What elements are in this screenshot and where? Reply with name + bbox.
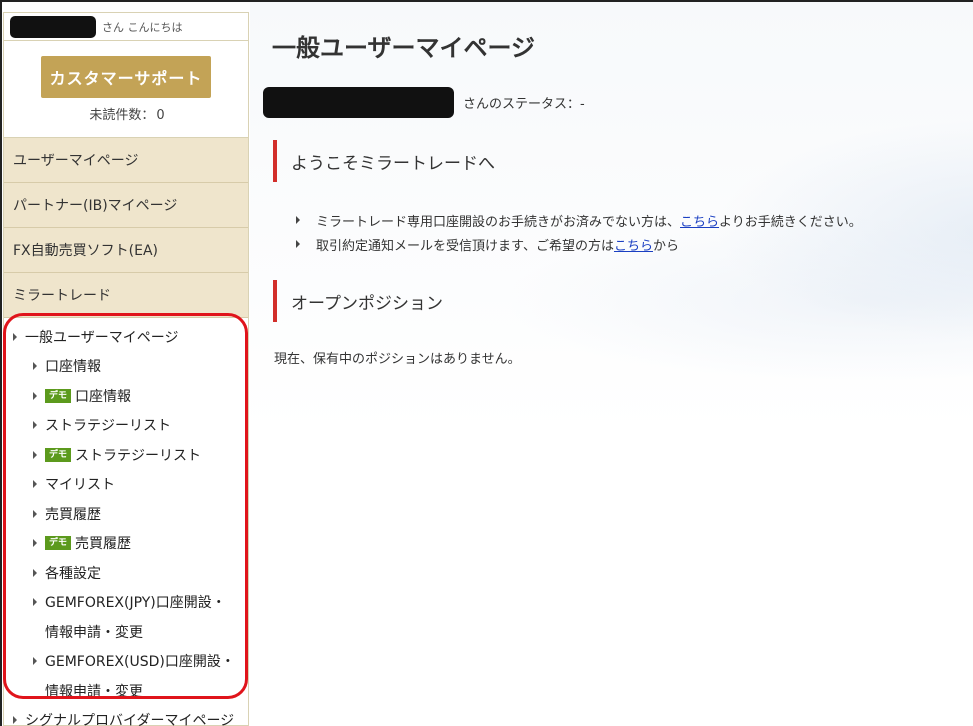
page-title: 一般ユーザーマイページ [272,34,536,62]
submenu-label: 各種設定 [45,565,101,582]
open-account-link[interactable]: こちら [680,211,719,230]
submenu-label: 売買履歴 [45,506,101,523]
demo-badge: デモ [45,388,72,403]
triangle-right-icon [33,450,37,459]
triangle-right-icon [13,716,17,725]
status-text: さんのステータス：- [463,97,585,112]
redacted-username [10,15,96,38]
submenu-settings[interactable]: 各種設定 [4,558,248,588]
nav-item-user-mypage[interactable]: ユーザーマイページ [4,138,248,183]
submenu-trade-history[interactable]: 売買履歴 [4,499,248,529]
triangle-right-icon [33,598,37,607]
status-row: さんのステータス：- [263,87,585,118]
submenu-label: GEMFOREX(JPY)口座開設・ [45,595,226,612]
info-bullets: ミラートレード専用口座開設のお手続きがお済みでない方は、 こちら よりお手続きくださ… [296,208,862,256]
greeting-row: さん こんにちは [4,13,248,41]
customer-support-button[interactable]: カスタマーサポート [41,56,211,98]
demo-badge: デモ [45,536,72,551]
triangle-right-icon [33,362,37,371]
demo-badge: デモ [45,447,72,462]
bullet-suffix: から [652,238,679,254]
unread-value: 0 [156,108,165,123]
submenu-signal-provider-mypage[interactable]: シグナルプロバイダーマイページ [4,706,248,726]
welcome-heading: ようこそミラートレードへ [273,140,495,182]
support-box: カスタマーサポート 未読件数： 0 [4,41,248,138]
sidebar: さん こんにちは カスタマーサポート 未読件数： 0 ユーザーマイページ パートナ… [3,12,249,726]
bullet-text: ミラートレード専用口座開設のお手続きがお済みでない方は、 [316,214,681,230]
submenu: 一般ユーザーマイページ 口座情報 デモ 口座情報 ストラテジーリスト デモ スト… [4,318,248,726]
triangle-right-icon [33,509,37,518]
submenu-demo-strategy-list[interactable]: デモ ストラテジーリスト [4,440,248,470]
triangle-right-icon [33,539,37,548]
submenu-account-info[interactable]: 口座情報 [4,352,248,382]
triangle-right-icon [33,480,37,489]
submenu-label: 口座情報 [45,359,101,376]
triangle-right-icon [296,240,300,248]
triangle-right-icon [33,391,37,400]
submenu-strategy-list[interactable]: ストラテジーリスト [4,411,248,441]
submenu-demo-account-info[interactable]: デモ 口座情報 [4,381,248,411]
submenu-label: マイリスト [45,477,115,494]
triangle-right-icon [296,216,300,224]
no-positions-message: 現在、保有中のポジションはありません。 [274,352,521,367]
nav-item-partner-mypage[interactable]: パートナー(IB)マイページ [4,183,248,228]
submenu-demo-trade-history[interactable]: デモ 売買履歴 [4,529,248,559]
open-positions-heading: オープンポジション [273,280,443,322]
submenu-label: 情報申請・変更 [45,624,143,641]
submenu-general-user-mypage[interactable]: 一般ユーザーマイページ [4,322,248,352]
unread-count: 未読件数： 0 [87,104,164,123]
triangle-right-icon [33,657,37,666]
triangle-right-icon [33,421,37,430]
bullet-open-account: ミラートレード専用口座開設のお手続きがお済みでない方は、 こちら よりお手続きくださ… [296,208,862,232]
submenu-jpy-account-open-line2[interactable]: 情報申請・変更 [4,617,248,647]
greeting-text: さん こんにちは [102,20,183,34]
submenu-label: 口座情報 [75,388,132,405]
bullet-suffix: よりお手続きください。 [719,214,862,230]
submenu-my-list[interactable]: マイリスト [4,470,248,500]
submenu-label: シグナルプロバイダーマイページ [25,713,235,726]
submenu-label: ストラテジーリスト [75,447,202,464]
triangle-right-icon [13,332,17,341]
nav-item-fx-ea[interactable]: FX自動売買ソフト(EA) [4,228,248,273]
nav-item-mirror-trade[interactable]: ミラートレード [4,273,248,318]
submenu-label: 一般ユーザーマイページ [25,329,179,346]
submenu-jpy-account-open[interactable]: GEMFOREX(JPY)口座開設・ [4,588,248,618]
unread-label: 未読件数： [89,108,155,123]
window-border-left [0,0,2,726]
submenu-label: GEMFOREX(USD)口座開設・ [45,654,235,671]
submenu-label: 売買履歴 [75,536,132,553]
submenu-usd-account-open[interactable]: GEMFOREX(USD)口座開設・ [4,647,248,677]
triangle-right-icon [33,568,37,577]
bullet-text: 取引約定通知メールを受信頂けます、ご希望の方は [316,238,614,254]
submenu-label: ストラテジーリスト [45,418,171,435]
main-content: 一般ユーザーマイページ さんのステータス：- ようこそミラートレードへ ミラート… [263,0,972,726]
submenu-label: 情報申請・変更 [45,683,143,700]
redacted-name [263,87,454,118]
window-border-top [0,0,973,2]
bullet-notification-mail: 取引約定通知メールを受信頂けます、ご希望の方は こちら から [296,232,862,256]
submenu-usd-account-open-line2[interactable]: 情報申請・変更 [4,676,248,706]
notification-mail-link[interactable]: こちら [614,235,653,254]
